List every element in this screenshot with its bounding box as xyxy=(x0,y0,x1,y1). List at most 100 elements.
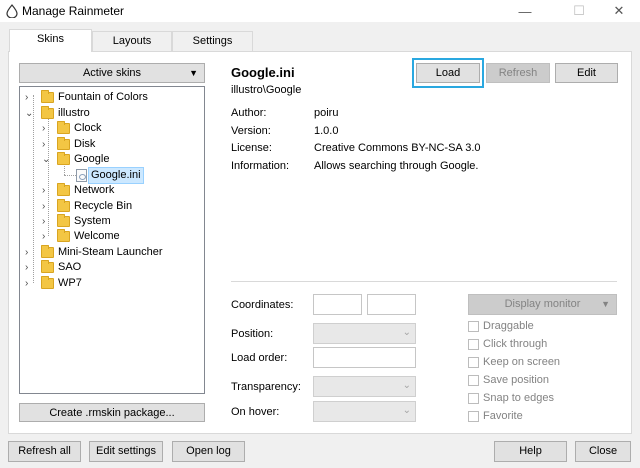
tab-skins[interactable]: Skins xyxy=(9,29,92,52)
tab-layouts[interactable]: Layouts xyxy=(92,31,172,51)
skin-file-icon xyxy=(76,169,87,182)
window-title: Manage Rainmeter xyxy=(22,4,125,18)
folder-icon xyxy=(57,183,70,196)
dropdown-arrow-icon: ▼ xyxy=(601,299,610,309)
coordinate-x-field[interactable] xyxy=(313,294,362,315)
tree-item-google-ini[interactable]: Google.ini xyxy=(20,167,204,184)
close-window-button[interactable]: ✕ xyxy=(598,0,640,22)
chevron-right-icon[interactable]: › xyxy=(25,90,35,105)
checkbox-box[interactable] xyxy=(468,357,479,368)
tree-item-label: Recycle Bin xyxy=(74,200,133,212)
chevron-right-icon[interactable]: › xyxy=(25,260,35,275)
chevron-right-icon[interactable]: › xyxy=(42,229,52,244)
tree-item-recycle-bin[interactable]: › Recycle Bin xyxy=(20,199,204,214)
open-log-button[interactable]: Open log xyxy=(172,441,245,462)
license-label: License: xyxy=(231,142,272,154)
checkbox-box[interactable] xyxy=(468,393,479,404)
tree-item-sao[interactable]: › SAO xyxy=(20,260,204,275)
chevron-right-icon[interactable]: › xyxy=(25,245,35,260)
active-skins-label: Active skins xyxy=(82,67,142,79)
display-monitor-button[interactable]: Display monitor ▼ xyxy=(468,294,617,315)
help-button[interactable]: Help xyxy=(494,441,567,462)
position-select[interactable]: ⌄ xyxy=(313,323,416,344)
tab-settings[interactable]: Settings xyxy=(172,31,253,51)
tree-item-label: Network xyxy=(74,184,115,196)
version-value: 1.0.0 xyxy=(314,125,339,137)
rainmeter-logo-icon xyxy=(6,4,18,18)
skin-path: illustro\Google xyxy=(231,84,302,96)
minimize-button[interactable]: — xyxy=(502,0,548,22)
tree-item-wp7[interactable]: › WP7 xyxy=(20,276,204,291)
close-button[interactable]: Close xyxy=(575,441,631,462)
tree-item-network[interactable]: › Network xyxy=(20,183,204,198)
transparency-select[interactable]: ⌄ xyxy=(313,376,416,397)
chevron-right-icon[interactable]: › xyxy=(42,121,52,136)
checkbox-label: Click through xyxy=(483,338,548,350)
checkbox-box[interactable] xyxy=(468,321,479,332)
refresh-button[interactable]: Refresh xyxy=(486,63,550,83)
chevron-right-icon[interactable]: › xyxy=(42,137,52,152)
checkbox-box[interactable] xyxy=(468,339,479,350)
display-monitor-label: Display monitor xyxy=(504,298,581,310)
maximize-button[interactable]: ☐ xyxy=(556,0,602,22)
tree-item-label: Mini-Steam Launcher xyxy=(58,246,163,258)
checkbox-label: Keep on screen xyxy=(483,356,561,368)
folder-icon xyxy=(57,152,70,165)
on-hover-select[interactable]: ⌄ xyxy=(313,401,416,422)
coordinates-label: Coordinates: xyxy=(231,299,294,311)
coordinate-y-field[interactable] xyxy=(367,294,416,315)
tree-item-illustro[interactable]: ⌄ illustro xyxy=(20,106,204,121)
chevron-right-icon[interactable]: › xyxy=(42,199,52,214)
chevron-down-icon: ⌄ xyxy=(402,380,411,391)
tree-item-clock[interactable]: › Clock xyxy=(20,121,204,136)
load-button[interactable]: Load xyxy=(416,63,480,83)
title-bar[interactable]: Manage Rainmeter — ☐ ✕ xyxy=(0,0,640,22)
tree-item-disk[interactable]: › Disk xyxy=(20,137,204,152)
create-rmskin-package-button[interactable]: Create .rmskin package... xyxy=(19,403,205,422)
folder-icon xyxy=(41,260,54,273)
author-value: poiru xyxy=(314,107,339,119)
load-order-field[interactable] xyxy=(313,347,416,368)
tree-item-label: Disk xyxy=(74,138,96,150)
information-label: Information: xyxy=(231,160,290,172)
tree-item-label: System xyxy=(74,215,111,227)
edit-settings-button[interactable]: Edit settings xyxy=(89,441,163,462)
tree-item-mini-steam-launcher[interactable]: › Mini-Steam Launcher xyxy=(20,245,204,260)
license-value: Creative Commons BY-NC-SA 3.0 xyxy=(314,142,481,154)
tree-item-google[interactable]: ⌄ Google xyxy=(20,152,204,167)
chevron-right-icon[interactable]: › xyxy=(25,276,35,291)
chevron-down-icon: ⌄ xyxy=(402,405,411,416)
folder-icon xyxy=(41,106,54,119)
dropdown-arrow-icon: ▼ xyxy=(189,68,198,78)
chevron-right-icon[interactable]: › xyxy=(42,183,52,198)
checkbox-box[interactable] xyxy=(468,411,479,422)
folder-icon xyxy=(57,214,70,227)
edit-button[interactable]: Edit xyxy=(555,63,618,83)
tree-item-label: Clock xyxy=(74,122,102,134)
chevron-right-icon[interactable]: › xyxy=(42,214,52,229)
tree-item-welcome[interactable]: › Welcome xyxy=(20,229,204,244)
tree-item-fountain-of-colors[interactable]: › Fountain of Colors xyxy=(20,90,204,105)
chevron-down-icon[interactable]: ⌄ xyxy=(42,152,52,167)
tree-item-label: WP7 xyxy=(58,277,82,289)
on-hover-label: On hover: xyxy=(231,406,280,418)
tree-item-system[interactable]: › System xyxy=(20,214,204,229)
load-order-label: Load order: xyxy=(231,352,288,364)
folder-icon xyxy=(57,229,70,242)
position-label: Position: xyxy=(231,328,274,340)
folder-icon xyxy=(41,245,54,258)
chevron-down-icon[interactable]: ⌄ xyxy=(25,106,35,121)
refresh-all-button[interactable]: Refresh all xyxy=(8,441,81,462)
checkbox-label: Save position xyxy=(483,374,550,386)
active-skins-dropdown[interactable]: Active skins ▼ xyxy=(19,63,205,83)
author-label: Author: xyxy=(231,107,267,119)
tree-item-label: Fountain of Colors xyxy=(58,91,148,103)
checkbox-box[interactable] xyxy=(468,375,479,386)
chevron-down-icon: ⌄ xyxy=(402,327,411,338)
tree-item-label: Welcome xyxy=(74,230,120,242)
tree-item-label: SAO xyxy=(58,261,82,273)
skin-file-name: Google.ini xyxy=(231,65,295,80)
transparency-label: Transparency: xyxy=(231,381,301,393)
skins-tree[interactable]: › Fountain of Colors ⌄ illustro › Clock … xyxy=(19,86,205,394)
folder-icon xyxy=(57,121,70,134)
